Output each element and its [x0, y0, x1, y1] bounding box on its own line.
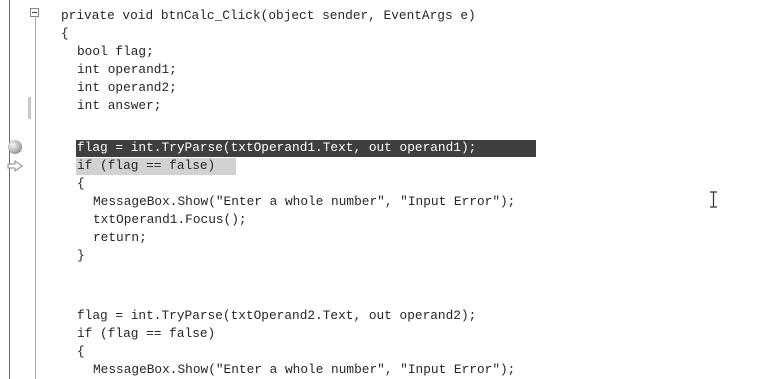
code-editor[interactable]: private void btnCalc_Click(object sender…	[0, 0, 764, 379]
code-line-5: int operand2;	[77, 80, 177, 95]
code-line-current-statement: if (flag == false)	[77, 158, 216, 173]
change-indicator-bar	[28, 97, 31, 119]
outline-guide	[35, 17, 36, 379]
breakpoint-icon[interactable]	[8, 140, 22, 154]
code-line-14: flag = int.TryParse(txtOperand2.Text, ou…	[77, 308, 477, 323]
ibeam-cursor-icon	[710, 191, 717, 208]
code-line-10: MessageBox.Show("Enter a whole number", …	[93, 194, 516, 209]
code-line-1: private void btnCalc_Click(object sender…	[61, 8, 476, 23]
code-line-12: return;	[93, 230, 147, 245]
collapse-minus-icon[interactable]	[30, 8, 39, 17]
code-line-3: bool flag;	[77, 44, 154, 59]
code-line-4: int operand1;	[77, 62, 177, 77]
current-statement-arrow-icon	[7, 160, 23, 172]
code-line-16: {	[77, 344, 85, 359]
code-line-11: txtOperand1.Focus();	[93, 212, 247, 227]
editor-gutter[interactable]	[0, 0, 56, 379]
code-line-2: {	[61, 26, 69, 41]
code-line-15: if (flag == false)	[77, 326, 216, 341]
code-line-breakpoint: flag = int.TryParse(txtOperand1.Text, ou…	[77, 140, 477, 155]
code-line-6: int answer;	[77, 98, 162, 113]
gutter-divider	[9, 0, 10, 379]
code-line-17: MessageBox.Show("Enter a whole number", …	[93, 362, 516, 377]
code-line-13: }	[77, 248, 85, 263]
code-line-9: {	[77, 176, 85, 191]
